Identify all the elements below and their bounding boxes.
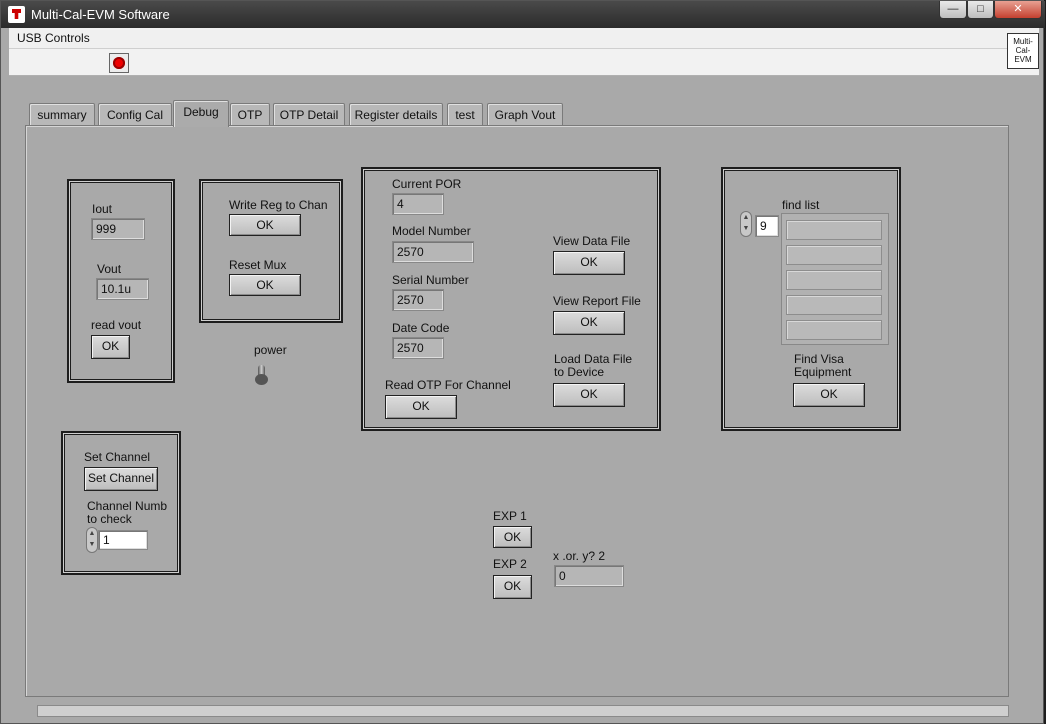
view-data-file-button[interactable]: OK — [553, 251, 625, 275]
horizontal-scrollbar[interactable] — [37, 705, 1009, 717]
tab-test[interactable]: test — [447, 103, 483, 125]
maximize-button[interactable]: □ — [967, 1, 994, 19]
find-list-item — [786, 320, 882, 340]
tab-summary[interactable]: summary — [29, 103, 95, 125]
minimize-button[interactable]: — — [939, 1, 967, 19]
tab-config-cal[interactable]: Config Cal — [98, 103, 172, 125]
x-or-y-indicator: 0 — [554, 565, 624, 587]
load-data-file-button[interactable]: OK — [553, 383, 625, 407]
tab-register-details[interactable]: Register details — [349, 103, 443, 125]
exp1-button[interactable]: OK — [493, 526, 532, 548]
set-channel-button[interactable]: Set Channel — [84, 467, 158, 491]
reset-mux-button[interactable]: OK — [229, 274, 301, 296]
tab-debug[interactable]: Debug — [173, 100, 229, 127]
read-vout-label: read vout — [91, 318, 142, 332]
set-channel-label: Set Channel — [84, 450, 151, 464]
find-list-box — [781, 213, 889, 345]
find-list-item — [786, 220, 882, 240]
exp1-label: EXP 1 — [493, 509, 527, 523]
iout-label: Iout — [92, 202, 113, 216]
iout-indicator: 999 — [91, 218, 145, 240]
vout-label: Vout — [97, 262, 122, 276]
window-title: Multi-Cal-EVM Software — [31, 7, 170, 22]
app-window: Multi-Cal-EVM Software — □ ✕ USB Control… — [0, 0, 1045, 724]
reset-mux-label: Reset Mux — [229, 258, 287, 272]
view-data-file-label: View Data File — [553, 234, 631, 248]
vout-indicator: 10.1u — [96, 278, 149, 300]
read-otp-button[interactable]: OK — [385, 395, 457, 419]
ti-logo-icon — [8, 6, 25, 23]
read-otp-label: Read OTP For Channel — [385, 378, 511, 392]
title-bar[interactable]: Multi-Cal-EVM Software — □ ✕ — [1, 1, 1045, 28]
menu-usb-controls[interactable]: USB Controls — [17, 31, 90, 45]
channel-numb-stepper[interactable]: ▲ ▼ — [86, 527, 98, 553]
model-number-indicator: 2570 — [392, 241, 474, 263]
tab-otp-detail[interactable]: OTP Detail — [273, 103, 345, 125]
multi-cal-evm-logo: Multi- Cal- EVM — [1007, 33, 1039, 69]
power-label: power — [254, 343, 287, 357]
exp2-button[interactable]: OK — [493, 575, 532, 599]
tab-graph-vout[interactable]: Graph Vout — [487, 103, 563, 125]
load-data-file-label: Load Data File — [554, 352, 633, 366]
x-or-y-label: x .or. y? 2 — [553, 549, 606, 563]
find-visa-label-2: Equipment — [794, 365, 852, 379]
write-reg-button[interactable]: OK — [229, 214, 301, 236]
current-por-label: Current POR — [392, 177, 462, 191]
current-por-indicator: 4 — [392, 193, 444, 215]
find-list-item — [786, 270, 882, 290]
find-list-item — [786, 295, 882, 315]
toggle-base-icon — [255, 374, 268, 385]
find-visa-button[interactable]: OK — [793, 383, 865, 407]
toolbar — [9, 49, 1039, 76]
logo-line-1: Multi- — [1013, 37, 1033, 46]
load-data-file-label-2: to Device — [554, 365, 605, 379]
view-report-file-label: View Report File — [553, 294, 641, 308]
date-code-label: Date Code — [392, 321, 450, 335]
find-list-index-input[interactable]: 9 — [755, 215, 779, 237]
tab-otp[interactable]: OTP — [230, 103, 270, 125]
channel-numb-label-2: to check — [87, 512, 132, 526]
channel-numb-input[interactable]: 1 — [98, 530, 148, 550]
view-report-file-button[interactable]: OK — [553, 311, 625, 335]
logo-line-3: EVM — [1014, 55, 1032, 64]
find-visa-label: Find Visa — [794, 352, 844, 366]
close-button[interactable]: ✕ — [994, 1, 1042, 19]
serial-number-indicator: 2570 — [392, 289, 444, 311]
model-number-label: Model Number — [392, 224, 471, 238]
find-list-index-stepper[interactable]: ▲ ▼ — [740, 211, 752, 237]
logo-line-2: Cal- — [1015, 46, 1031, 55]
find-list-item — [786, 245, 882, 265]
power-toggle-switch[interactable] — [255, 365, 268, 385]
read-vout-button[interactable]: OK — [91, 335, 130, 359]
find-list-label: find list — [782, 198, 820, 212]
menu-bar: USB Controls — [9, 28, 1039, 49]
exp2-label: EXP 2 — [493, 557, 527, 571]
write-reg-label: Write Reg to Chan — [229, 198, 328, 212]
channel-numb-label: Channel Numb — [87, 499, 168, 513]
stop-button[interactable] — [109, 53, 129, 73]
date-code-indicator: 2570 — [392, 337, 444, 359]
serial-number-label: Serial Number — [392, 273, 469, 287]
